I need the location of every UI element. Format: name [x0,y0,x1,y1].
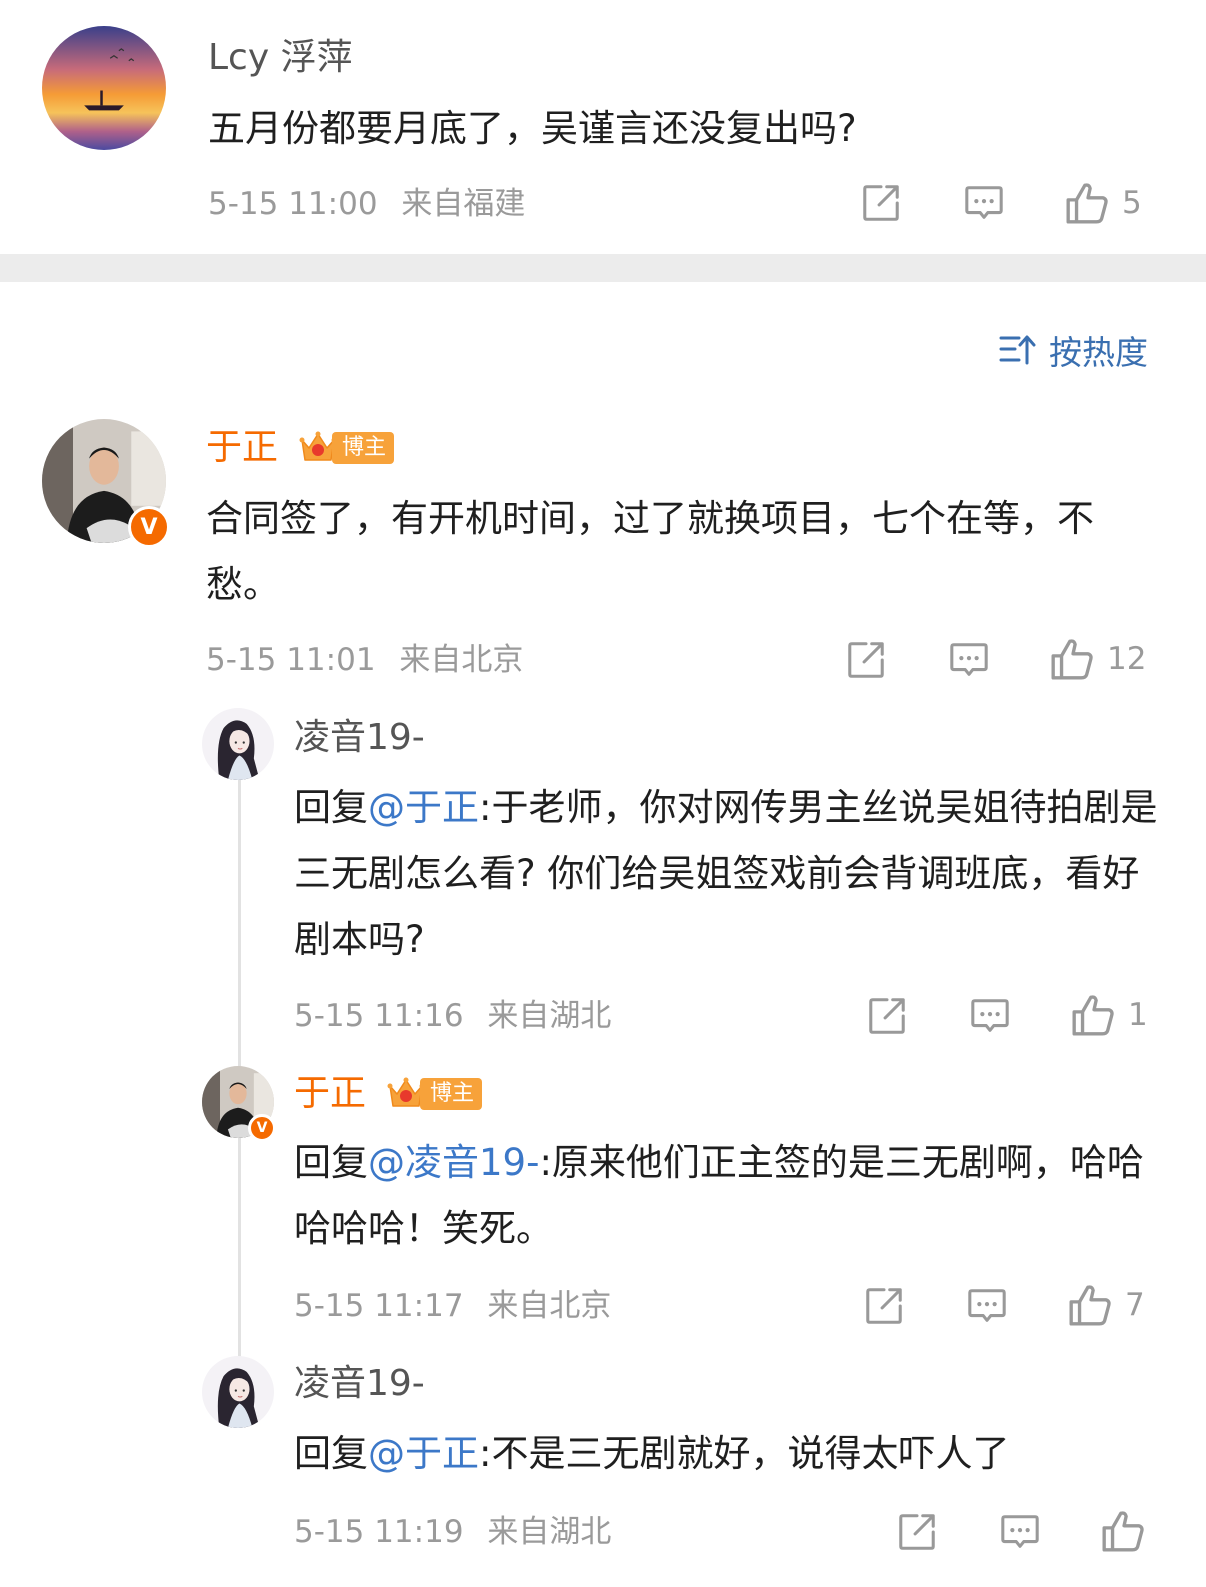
comment-button[interactable] [969,995,1011,1037]
reply-time: 5-15 11:17 [294,1288,464,1324]
share-icon [845,639,887,681]
reply-location: 来自湖北 [487,1514,612,1550]
reply-meta: 5-15 11:19 来自湖北 [294,1512,611,1552]
like-button[interactable]: 1 [1070,992,1148,1038]
like-button[interactable]: 7 [1067,1282,1145,1328]
reply-author[interactable]: 凌音19- [294,716,425,760]
avatar[interactable] [202,708,274,780]
reply-author[interactable]: 于正 [294,1072,366,1116]
like-count: 12 [1107,641,1147,677]
thumbs-up-icon [1100,1508,1146,1554]
post-time: 5-15 11:00 [208,186,378,222]
share-button[interactable] [863,1285,905,1327]
comment-icon [999,1511,1041,1553]
thread-line [238,1138,241,1358]
mention-link[interactable]: @凌音19- [368,1141,539,1184]
badge-label: 博主 [420,1078,483,1110]
reply-time: 5-15 11:19 [294,1514,464,1550]
like-button[interactable]: 5 [1064,180,1142,226]
original-post: Lcy 浮萍 五月份都要月底了，吴谨言还没复出吗? 5-15 11:00 来自福… [0,0,1206,254]
thumbs-up-icon [1064,180,1110,226]
thread-line [238,780,241,1070]
reply-prefix: 回复 [294,786,368,829]
comment-author[interactable]: 于正 [206,426,278,470]
avatar[interactable] [202,1356,274,1428]
post-author[interactable]: Lcy 浮萍 [208,36,353,80]
reply-body: :不是三无剧就好，说得太吓人了 [479,1432,1010,1475]
sort-icon [999,335,1036,365]
reply-text: 回复@于正:不是三无剧就好，说得太吓人了 [294,1421,1174,1487]
avatar[interactable] [42,26,166,150]
reply-prefix: 回复 [294,1432,368,1475]
blogger-badge: 博主 [386,1076,483,1112]
post-meta: 5-15 11:00 来自福建 [208,184,525,224]
comment-meta: 5-15 11:01 来自北京 [206,640,523,680]
mention-link[interactable]: @于正 [368,786,479,829]
like-button[interactable]: 12 [1049,636,1146,682]
comment-icon [948,639,990,681]
share-button[interactable] [896,1511,938,1553]
reply-meta: 5-15 11:17 来自北京 [294,1286,611,1326]
comment-text: 合同签了，有开机时间，过了就换项目，七个在等，不愁。 [206,497,1094,606]
like-button[interactable] [1100,1508,1146,1554]
comment-icon [966,1285,1008,1327]
comment-icon [963,182,1005,224]
reply-text: 回复@于正:于老师，你对网传男主丝说吴姐待拍剧是三无剧怎么看? 你们给吴姐签戏前… [294,775,1164,973]
reply-prefix: 回复 [294,1141,368,1184]
mention-link[interactable]: @于正 [368,1432,479,1475]
reply-meta: 5-15 11:16 来自湖北 [294,996,611,1036]
like-count: 5 [1122,185,1142,221]
like-count: 7 [1125,1287,1145,1323]
reply-location: 来自北京 [487,1288,612,1324]
reply-text: 回复@凌音19-:原来他们正主签的是三无剧啊，哈哈哈哈哈！笑死。 [294,1130,1164,1262]
comment-location: 来自北京 [399,642,524,678]
blogger-badge: 博主 [298,430,395,466]
reply-time: 5-15 11:16 [294,998,464,1034]
verified-v-icon: V [128,506,170,548]
post-location: 来自福建 [401,186,526,222]
share-button[interactable] [845,639,887,681]
thumbs-up-icon [1070,992,1116,1038]
comment-button[interactable] [963,182,1005,224]
comment-time: 5-15 11:01 [206,642,376,678]
comment-button[interactable] [948,639,990,681]
share-icon [860,182,902,224]
share-button[interactable] [860,182,902,224]
comment-button[interactable] [966,1285,1008,1327]
sort-label: 按热度 [1049,333,1148,372]
share-button[interactable] [866,995,908,1037]
verified-v-icon: V [248,1114,276,1142]
share-icon [866,995,908,1037]
share-icon [863,1285,905,1327]
reply-location: 来自湖北 [487,998,612,1034]
badge-label: 博主 [332,432,395,464]
comment-button[interactable] [999,1511,1041,1553]
post-text: 五月份都要月底了，吴谨言还没复出吗? [208,107,857,150]
share-icon [896,1511,938,1553]
thumbs-up-icon [1049,636,1095,682]
section-divider [0,254,1206,282]
thumbs-up-icon [1067,1282,1113,1328]
comment-icon [969,995,1011,1037]
sort-button[interactable]: 按热度 [999,326,1148,374]
like-count: 1 [1128,997,1148,1033]
reply-author[interactable]: 凌音19- [294,1362,425,1406]
